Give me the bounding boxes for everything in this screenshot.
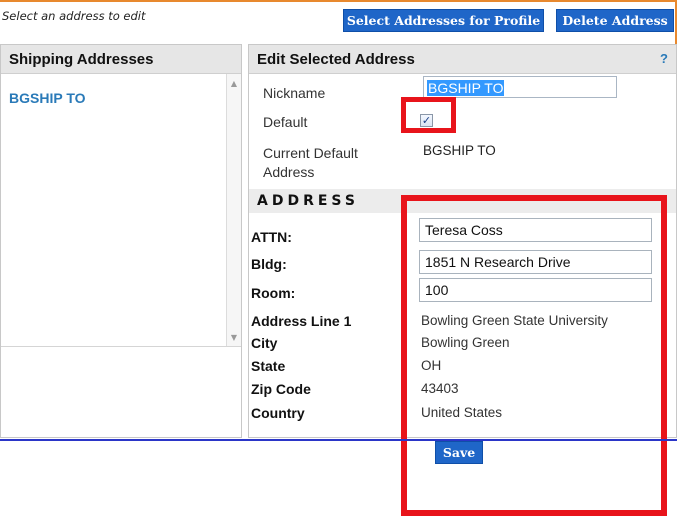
top-border: [0, 0, 677, 2]
nickname-label: Nickname: [263, 85, 326, 101]
address-highlight-box: [401, 195, 667, 516]
edit-address-panel: Edit Selected Address ? Nickname BGSHIP …: [248, 44, 677, 516]
state-label: State: [251, 358, 286, 374]
address-line1-label: Address Line 1: [251, 313, 352, 329]
address-list-scrollbar[interactable]: ▲ ▼: [226, 74, 241, 346]
current-default-value: BGSHIP TO: [423, 143, 496, 158]
zip-code-label: Zip Code: [251, 381, 311, 397]
select-addresses-button[interactable]: Select Addresses for Profile: [343, 9, 544, 32]
address-list: BGSHIP TO: [1, 74, 241, 346]
help-icon[interactable]: ?: [660, 51, 668, 66]
nickname-value: BGSHIP TO: [427, 80, 505, 96]
delete-address-button[interactable]: Delete Address: [556, 9, 674, 32]
list-item[interactable]: BGSHIP TO: [9, 90, 86, 106]
scroll-up-icon[interactable]: ▲: [227, 76, 241, 90]
edit-address-title: Edit Selected Address ?: [249, 45, 676, 74]
country-label: Country: [251, 405, 305, 421]
edit-address-title-text: Edit Selected Address: [257, 50, 415, 68]
default-label: Default: [263, 114, 308, 130]
instruction-text: Select an address to edit: [2, 9, 146, 23]
shipping-addresses-panel: Shipping Addresses BGSHIP TO ▲ ▼: [0, 44, 242, 438]
nickname-input[interactable]: BGSHIP TO: [423, 76, 617, 98]
city-label: City: [251, 335, 278, 351]
shipping-addresses-title: Shipping Addresses: [1, 45, 241, 74]
checkbox-highlight-box: [401, 97, 456, 133]
room-label: Room:: [251, 285, 296, 301]
current-default-label-line2: Address: [263, 164, 315, 180]
bldg-label: Bldg:: [251, 256, 287, 272]
divider: [1, 346, 241, 347]
attn-label: ATTN:: [251, 229, 292, 245]
scroll-down-icon[interactable]: ▼: [227, 330, 241, 344]
bottom-border: [0, 439, 677, 441]
current-default-label-line1: Current Default: [263, 145, 358, 161]
